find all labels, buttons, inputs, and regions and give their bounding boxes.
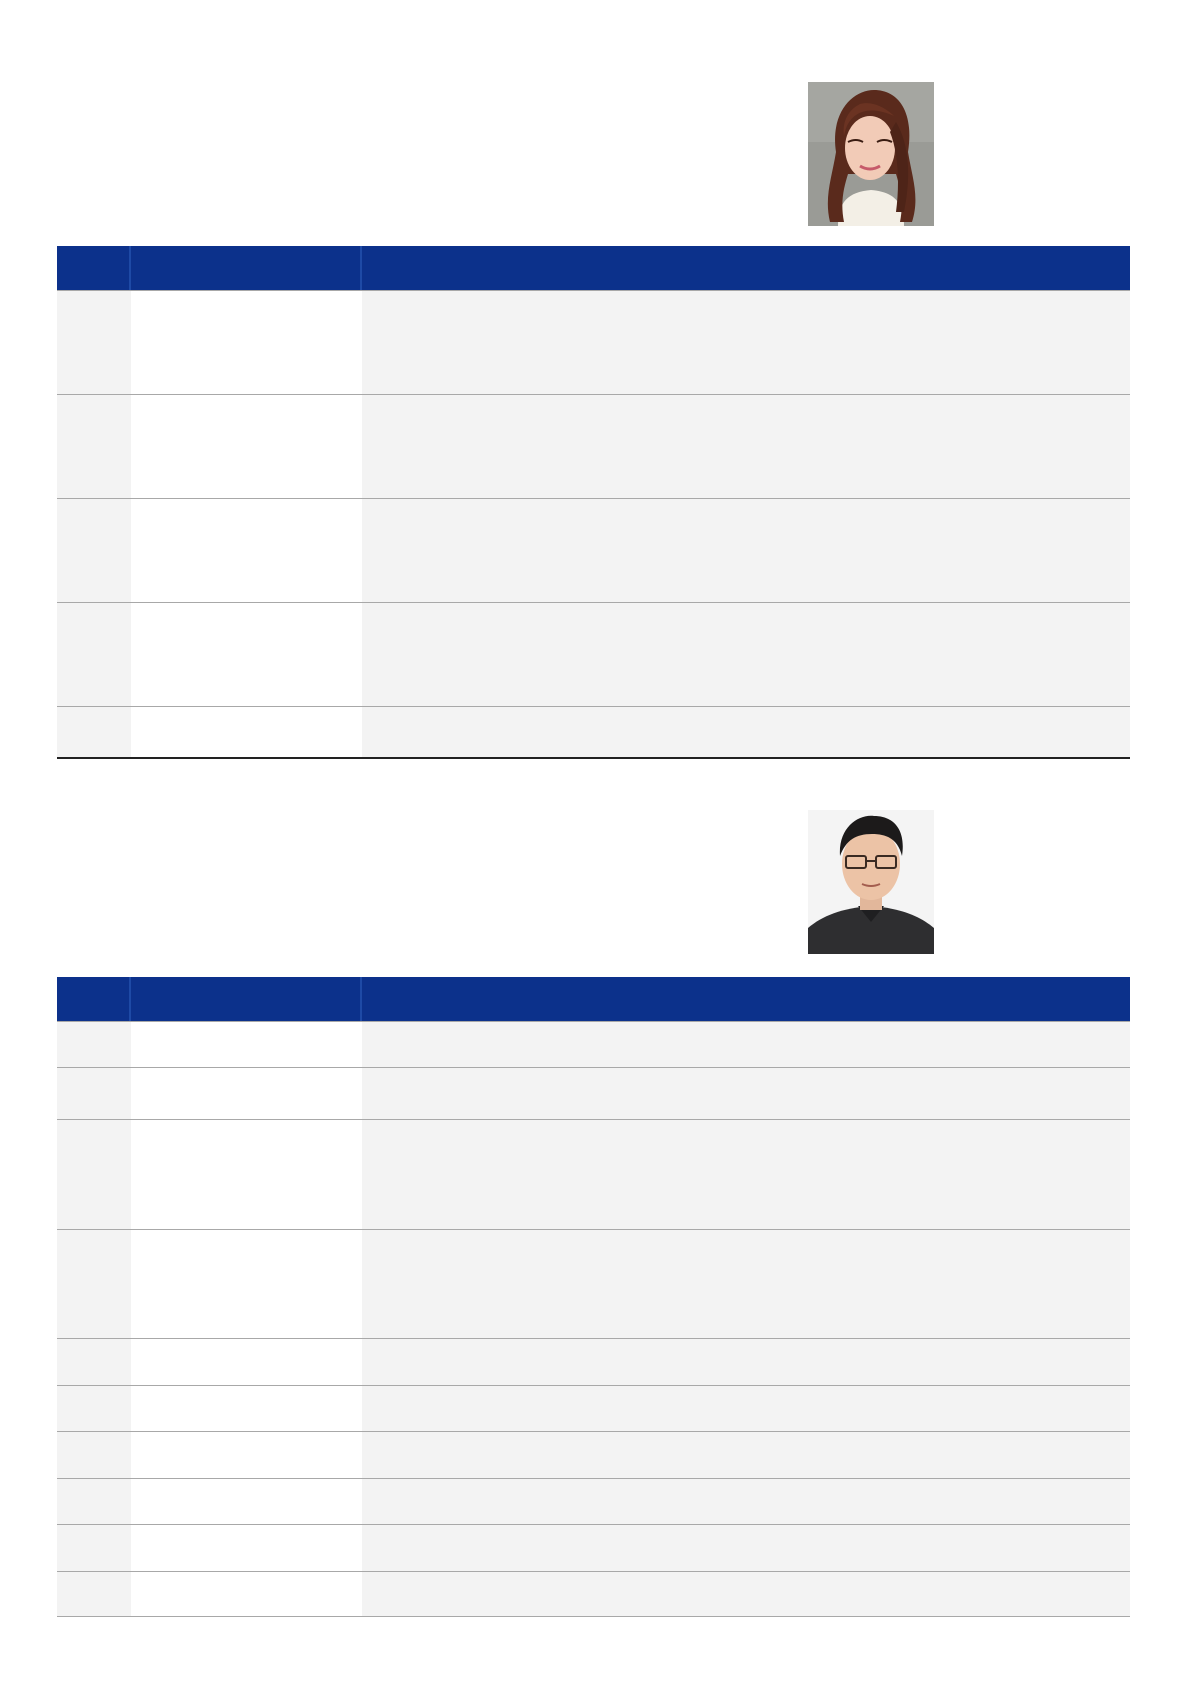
table-row-cell xyxy=(362,1021,1130,1067)
table-row-cell xyxy=(57,290,131,394)
portrait-woman-image xyxy=(808,82,934,226)
table-row-cell xyxy=(57,1478,131,1524)
table-row-cell xyxy=(57,1067,131,1119)
table-row-cell xyxy=(131,706,362,757)
profile-photo-woman xyxy=(808,82,934,226)
table-2-header-cell xyxy=(131,977,362,1021)
table-row-cell xyxy=(362,498,1130,602)
table-row-cell xyxy=(131,1524,362,1571)
table-1-header-cell xyxy=(57,246,131,290)
profile-table-1 xyxy=(57,246,1130,759)
table-row-cell xyxy=(57,1021,131,1067)
table-row-cell xyxy=(131,602,362,706)
table-1-header-cell xyxy=(131,246,362,290)
table-row-cell xyxy=(131,1021,362,1067)
table-row-cell xyxy=(131,1067,362,1119)
table-row-cell xyxy=(131,1431,362,1478)
table-row-cell xyxy=(131,1385,362,1431)
table-row-cell xyxy=(362,1524,1130,1571)
profile-table-2 xyxy=(57,977,1130,1617)
table-row-cell xyxy=(57,1385,131,1431)
table-row-cell xyxy=(131,1478,362,1524)
table-row-cell xyxy=(57,1524,131,1571)
table-row-cell xyxy=(362,290,1130,394)
table-row-cell xyxy=(57,1571,131,1617)
table-row-cell xyxy=(131,1229,362,1338)
profile-photo-man xyxy=(808,810,934,954)
table-row-cell xyxy=(57,394,131,498)
table-row-cell xyxy=(57,1119,131,1229)
table-row-cell xyxy=(57,706,131,757)
table-row-cell xyxy=(362,1571,1130,1617)
table-row-cell xyxy=(57,1431,131,1478)
table-row-cell xyxy=(57,1338,131,1385)
table-row-cell xyxy=(131,1119,362,1229)
table-row-cell xyxy=(362,1119,1130,1229)
table-row-cell xyxy=(362,1385,1130,1431)
table-row-cell xyxy=(131,290,362,394)
table-row-cell xyxy=(362,1338,1130,1385)
table-row-cell xyxy=(57,498,131,602)
table-row-cell xyxy=(362,1067,1130,1119)
table-row-cell xyxy=(362,394,1130,498)
table-2-header-cell xyxy=(362,977,1130,1021)
table-1-header-cell xyxy=(362,246,1130,290)
table-2-header-cell xyxy=(57,977,131,1021)
table-row-cell xyxy=(131,498,362,602)
table-row-cell xyxy=(362,1229,1130,1338)
table-row-cell xyxy=(57,602,131,706)
table-row-cell xyxy=(131,1338,362,1385)
table-row-cell xyxy=(57,1229,131,1338)
table-row-cell xyxy=(362,706,1130,757)
portrait-man-image xyxy=(808,810,934,954)
table-row-cell xyxy=(131,394,362,498)
table-row-cell xyxy=(362,1431,1130,1478)
table-row-cell xyxy=(131,1571,362,1617)
table-row-cell xyxy=(362,602,1130,706)
table-row-cell xyxy=(362,1478,1130,1524)
